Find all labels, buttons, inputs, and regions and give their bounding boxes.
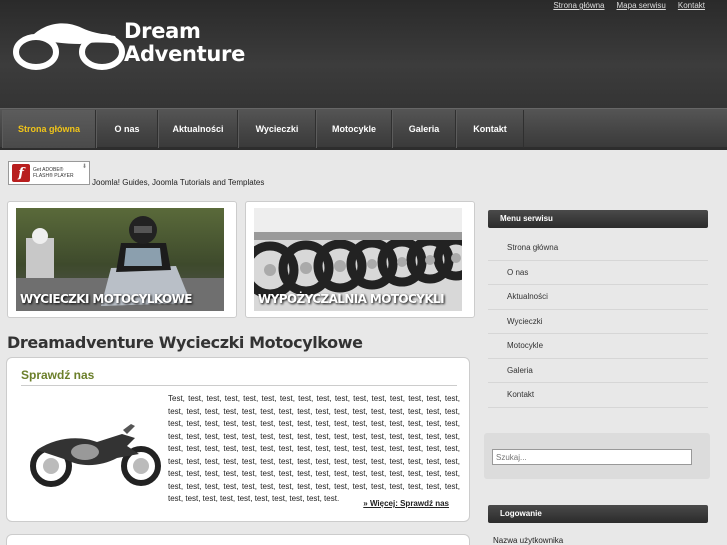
top-link-home[interactable]: Strona główna [553, 1, 604, 10]
article-divider [21, 385, 457, 386]
nav-item-home[interactable]: Strona główna [2, 110, 96, 148]
sidebar-item-motorcycles[interactable]: Motocykle [488, 334, 708, 359]
login-panel-title: Logowanie [488, 505, 708, 523]
banner-rental[interactable]: WYPOŻYCZALNIA MOTOCYKLI [245, 201, 475, 318]
nav-item-contact[interactable]: Kontakt [456, 110, 524, 148]
nav-item-news[interactable]: Aktualności [158, 110, 238, 148]
article-title[interactable]: Sprawdź nas [21, 368, 94, 382]
main-nav: Strona główna O nas Aktualności Wycieczk… [0, 108, 727, 150]
logo-text[interactable]: Dream Adventure [124, 20, 245, 66]
tagline: Joomla! Guides, Joomla Tutorials and Tem… [92, 178, 265, 187]
flash-line2: FLASH® PLAYER [33, 173, 74, 179]
nav-item-about[interactable]: O nas [96, 110, 158, 148]
search-input[interactable] [492, 449, 692, 465]
username-label: Nazwa użytkownika [493, 536, 564, 545]
banner-trips-image: WYCIECZKI MOTOCYLKOWE [16, 208, 224, 311]
logo-line1: Dream [124, 19, 201, 43]
sidebar-item-news[interactable]: Aktualności [488, 285, 708, 310]
banner-rental-image: WYPOŻYCZALNIA MOTOCYKLI [254, 208, 462, 311]
sidebar-item-contact[interactable]: Kontakt [488, 383, 708, 408]
nav-item-gallery[interactable]: Galeria [392, 110, 456, 148]
banner-trips[interactable]: WYCIECZKI MOTOCYLKOWE [7, 201, 237, 318]
flash-icon: f [12, 164, 30, 182]
article-box: Sprawdź nas Test, test, test, test, test… [6, 357, 470, 522]
top-link-sitemap[interactable]: Mapa serwisu [617, 1, 666, 10]
get-flash-badge[interactable]: f Get ADOBE® FLASH® PLAYER ⬇ [8, 161, 90, 185]
search-panel [484, 433, 710, 479]
sidebar-item-trips[interactable]: Wycieczki [488, 310, 708, 334]
top-links: Strona główna Mapa serwisu Kontakt [553, 1, 705, 10]
sidebar-item-about[interactable]: O nas [488, 261, 708, 285]
sidebar-item-gallery[interactable]: Galeria [488, 359, 708, 383]
motorcycle-image [30, 424, 161, 487]
second-article-box [6, 534, 470, 545]
download-arrow-icon: ⬇ [81, 164, 87, 170]
article-body: Test, test, test, test, test, test, test… [168, 394, 460, 503]
logo-line2: Adventure [124, 42, 246, 66]
nav-item-trips[interactable]: Wycieczki [238, 110, 316, 148]
page-title: Dreamadventure Wycieczki Motocylkowe [7, 333, 363, 352]
banner-rental-caption: WYPOŻYCZALNIA MOTOCYKLI [258, 292, 445, 306]
flash-text: Get ADOBE® FLASH® PLAYER [33, 167, 74, 179]
read-more-link[interactable]: » Więcej: Sprawdź nas [363, 499, 449, 508]
top-link-contact[interactable]: Kontakt [678, 1, 705, 10]
sidebar-menu: Strona główna O nas Aktualności Wycieczk… [488, 236, 708, 408]
sidebar-item-home[interactable]: Strona główna [488, 236, 708, 261]
banner-trips-caption: WYCIECZKI MOTOCYLKOWE [20, 292, 192, 306]
site-header: Strona główna Mapa serwisu Kontakt Dream… [0, 0, 727, 108]
nav-item-motorcycles[interactable]: Motocykle [316, 110, 392, 148]
menu-panel-title: Menu serwisu [488, 210, 708, 228]
